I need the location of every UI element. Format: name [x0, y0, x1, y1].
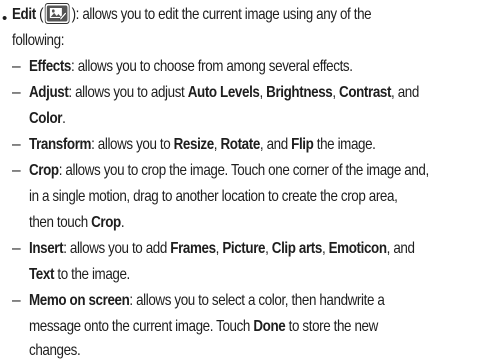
dash-marker: –: [12, 84, 21, 101]
insert-term: Insert: [29, 240, 64, 257]
insert-item-line-2: Text to the image.: [29, 266, 130, 283]
memo-item-line-1: Memo on screen: allows you to select a c…: [29, 292, 385, 309]
effects-item: Effects: allows you to choose from among…: [29, 58, 353, 75]
adjust-term: Adjust: [29, 84, 69, 101]
dash-marker: –: [12, 240, 21, 257]
adjust-item-line-1: Adjust: allows you to adjust Auto Levels…: [29, 84, 419, 101]
effects-term: Effects: [29, 58, 72, 75]
crop-item-line-1: Crop: allows you to crop the image. Touc…: [29, 162, 429, 179]
adjust-item-line-2: Color.: [29, 110, 66, 127]
insert-item-line-1: Insert: allows you to add Frames, Pictur…: [29, 240, 415, 257]
dash-marker: –: [12, 292, 21, 309]
bullet-marker: •: [2, 10, 8, 27]
edit-term: Edit: [12, 6, 36, 23]
edit-line-2: following:: [12, 32, 65, 49]
transform-item: Transform: allows you to Resize, Rotate,…: [29, 136, 376, 153]
crop-item-line-2: in a single motion, drag to another loca…: [29, 188, 398, 205]
image-edit-icon: [44, 2, 70, 24]
memo-on-screen-term: Memo on screen: [29, 292, 130, 309]
dash-marker: –: [12, 162, 21, 179]
dash-marker: –: [12, 136, 21, 153]
memo-item-line-3: changes.: [29, 342, 81, 359]
memo-item-line-2: message onto the current image. Touch Do…: [29, 318, 378, 335]
crop-item-line-3: then touch Crop.: [29, 214, 125, 231]
crop-term: Crop: [29, 162, 59, 179]
dash-marker: –: [12, 58, 21, 75]
transform-term: Transform: [29, 136, 92, 153]
edit-line-1: Edit ( ): allows you to edit the current…: [12, 2, 372, 28]
manual-page: • Edit ( ): allows you to edit the curre…: [0, 0, 485, 361]
